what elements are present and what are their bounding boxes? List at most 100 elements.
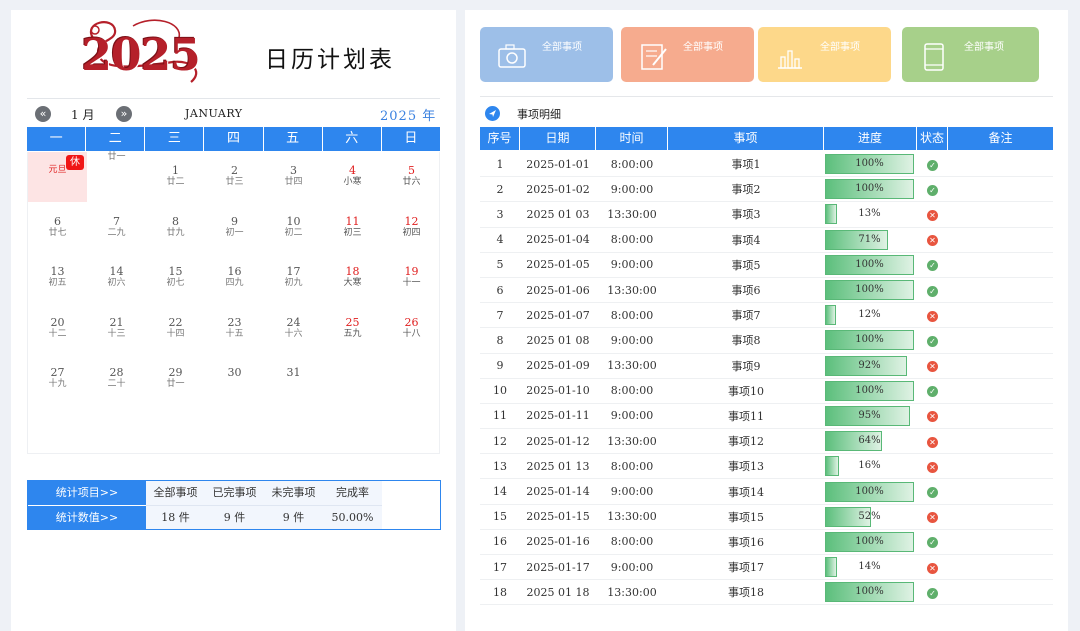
table-row[interactable]: 4 2025-01-04 8:00:00 事项4 71% ✕ (480, 228, 1053, 253)
lunar-date: 十九 (48, 379, 67, 389)
row-item: 事项9 (731, 359, 761, 373)
calendar-day[interactable]: 30 (205, 354, 264, 404)
calendar-day[interactable]: 18 大寒 (323, 253, 382, 303)
table-row[interactable]: 1 2025-01-01 8:00:00 事项1 100% ✓ (480, 152, 1053, 178)
table-row[interactable]: 13 2025 01 13 8:00:00 事项13 16% ✕ (480, 454, 1053, 480)
calendar-day[interactable]: 27 十九 (28, 354, 87, 404)
table-row[interactable]: 6 2025-01-06 13:30:00 事项6 100% ✓ (480, 278, 1053, 304)
calendar-day[interactable]: 2 廿三 (205, 152, 264, 202)
calendar-day[interactable]: 3 廿四 (264, 152, 323, 202)
table-row[interactable]: 11 2025-01-11 9:00:00 事项11 95% ✕ (480, 404, 1053, 430)
summary-card[interactable]: 全部事项 (621, 27, 754, 82)
summary-card[interactable]: 全部事项 (758, 27, 891, 82)
calendar-panel: 2025 日历计划表 « 1 月 » JANUARY 2025 年 一二三四五六… (11, 10, 456, 631)
summary-card[interactable]: 全部事项 (480, 27, 613, 82)
row-time: 8:00:00 (610, 459, 654, 473)
column-header: 进度 (824, 127, 917, 150)
calendar-day[interactable]: 22 十四 (146, 304, 205, 354)
check-circle-icon: ✓ (927, 537, 938, 549)
progress-bar: 16% (825, 455, 914, 477)
calendar-day[interactable]: 元旦休 (28, 152, 87, 202)
next-month-button[interactable]: » (116, 106, 132, 122)
check-circle-icon: ✓ (927, 159, 938, 171)
lunar-date: 十二 (48, 328, 67, 339)
lunar-date: 十六 (284, 328, 303, 339)
stats-table: 统计项目>> 统计数值>> 全部事项 18 件已完事项 9 件未完事项 9 件完成率 5… (27, 480, 441, 530)
calendar-day[interactable]: 8 廿九 (146, 203, 205, 253)
calendar-day[interactable]: 1 廿二 (146, 152, 205, 202)
table-row[interactable]: 9 2025-01-09 13:30:00 事项9 92% ✕ (480, 354, 1053, 379)
calendar-day[interactable]: 10 初二 (264, 203, 323, 253)
calendar-day[interactable]: 16 四九 (205, 253, 264, 303)
row-progress-cell: 64% (824, 430, 917, 452)
calendar-day[interactable]: 廿一 (87, 152, 146, 202)
row-status-cell: ✕ (917, 359, 948, 373)
row-item: 事项12 (728, 435, 764, 449)
day-number: 1 (172, 164, 179, 177)
prev-month-button[interactable]: « (35, 106, 51, 122)
weekday-4: 四 (204, 127, 264, 151)
row-number: 1 (496, 157, 504, 171)
table-row[interactable]: 8 2025 01 08 9:00:00 事项8 100% ✓ (480, 328, 1053, 354)
stats-value: 50.00% (323, 505, 382, 529)
card-label: 全部事项 (964, 42, 1004, 53)
calendar-day[interactable]: 26 十八 (382, 304, 441, 354)
progress-text: 100% (855, 284, 884, 296)
table-row[interactable]: 18 2025 01 18 13:30:00 事项18 100% ✓ (480, 580, 1053, 606)
calendar-day[interactable]: 13 初五 (28, 253, 87, 303)
calendar-day[interactable]: 21 十三 (87, 304, 146, 354)
table-row[interactable]: 3 2025 01 03 13:30:00 事项3 13% ✕ (480, 202, 1053, 228)
calendar-day[interactable]: 23 十五 (205, 304, 264, 354)
day-number: 8 (172, 214, 179, 228)
table-row[interactable]: 17 2025-01-17 9:00:00 事项17 14% ✕ (480, 555, 1053, 581)
day-number: 9 (231, 214, 238, 228)
day-number: 7 (113, 214, 120, 228)
row-number: 5 (496, 258, 504, 272)
row-progress-cell: 100% (824, 329, 917, 351)
row-time: 13:30:00 (607, 510, 657, 524)
calendar-day[interactable]: 25 五九 (323, 304, 382, 354)
row-number: 7 (496, 308, 504, 322)
table-row[interactable]: 7 2025-01-07 8:00:00 事项7 12% ✕ (480, 303, 1053, 329)
calendar-day[interactable]: 19 十一 (382, 253, 441, 303)
calendar-day[interactable]: 14 初六 (87, 253, 146, 303)
calendar-day[interactable]: 24 十六 (264, 304, 323, 354)
calendar-day[interactable]: 20 十二 (28, 304, 87, 354)
day-number: 30 (227, 366, 242, 379)
row-progress-cell: 92% (824, 355, 917, 377)
calendar-day[interactable]: 17 初九 (264, 253, 323, 303)
row-number: 12 (493, 434, 507, 448)
row-progress-cell: 100% (824, 254, 917, 276)
calendar-day[interactable]: 4 小寒 (323, 152, 382, 202)
row-status-cell: ✓ (917, 183, 948, 196)
table-row[interactable]: 5 2025-01-05 9:00:00 事项5 100% ✓ (480, 253, 1053, 278)
calendar-day[interactable]: 6 廿七 (28, 203, 87, 253)
table-row[interactable]: 2 2025-01-02 9:00:00 事项2 100% ✓ (480, 177, 1053, 203)
table-row[interactable]: 14 2025-01-14 9:00:00 事项14 100% ✓ (480, 479, 1053, 505)
calendar-day[interactable]: 15 初七 (146, 253, 205, 303)
table-row[interactable]: 12 2025-01-12 13:30:00 事项12 64% ✕ (480, 429, 1053, 455)
calendar-day[interactable]: 31 (264, 354, 323, 404)
row-time: 9:00:00 (610, 182, 654, 196)
summary-card[interactable]: 全部事项 (902, 27, 1039, 82)
stats-header: 已完事项 (205, 481, 264, 505)
calendar-day[interactable]: 28 二十 (87, 354, 146, 404)
progress-text: 13% (858, 208, 881, 220)
calendar-day[interactable]: 7 二九 (87, 203, 146, 253)
calendar-day[interactable]: 5 廿六 (382, 152, 441, 202)
calendar-day[interactable]: 12 初四 (382, 203, 441, 253)
progress-bar: 95% (825, 405, 914, 427)
table-row[interactable]: 15 2025-01-15 13:30:00 事项15 52% ✕ (480, 505, 1053, 530)
calendar-day[interactable]: 9 初一 (205, 203, 264, 253)
day-number: 31 (286, 366, 301, 379)
table-header: 序号 日期 时间 事项 进度 状态 备注 (480, 127, 1053, 150)
calendar-day[interactable]: 29 廿一 (146, 354, 205, 404)
calendar-day[interactable]: 11 初三 (323, 203, 382, 253)
page-title: 日历计划表 (265, 47, 395, 73)
progress-bar: 52% (825, 506, 914, 528)
row-time: 9:00:00 (610, 560, 654, 574)
row-status-cell: ✓ (917, 258, 948, 272)
progress-bar: 64% (825, 430, 914, 452)
table-row[interactable]: 10 2025-01-10 8:00:00 事项10 100% ✓ (480, 379, 1053, 404)
table-row[interactable]: 16 2025-01-16 8:00:00 事项16 100% ✓ (480, 530, 1053, 555)
